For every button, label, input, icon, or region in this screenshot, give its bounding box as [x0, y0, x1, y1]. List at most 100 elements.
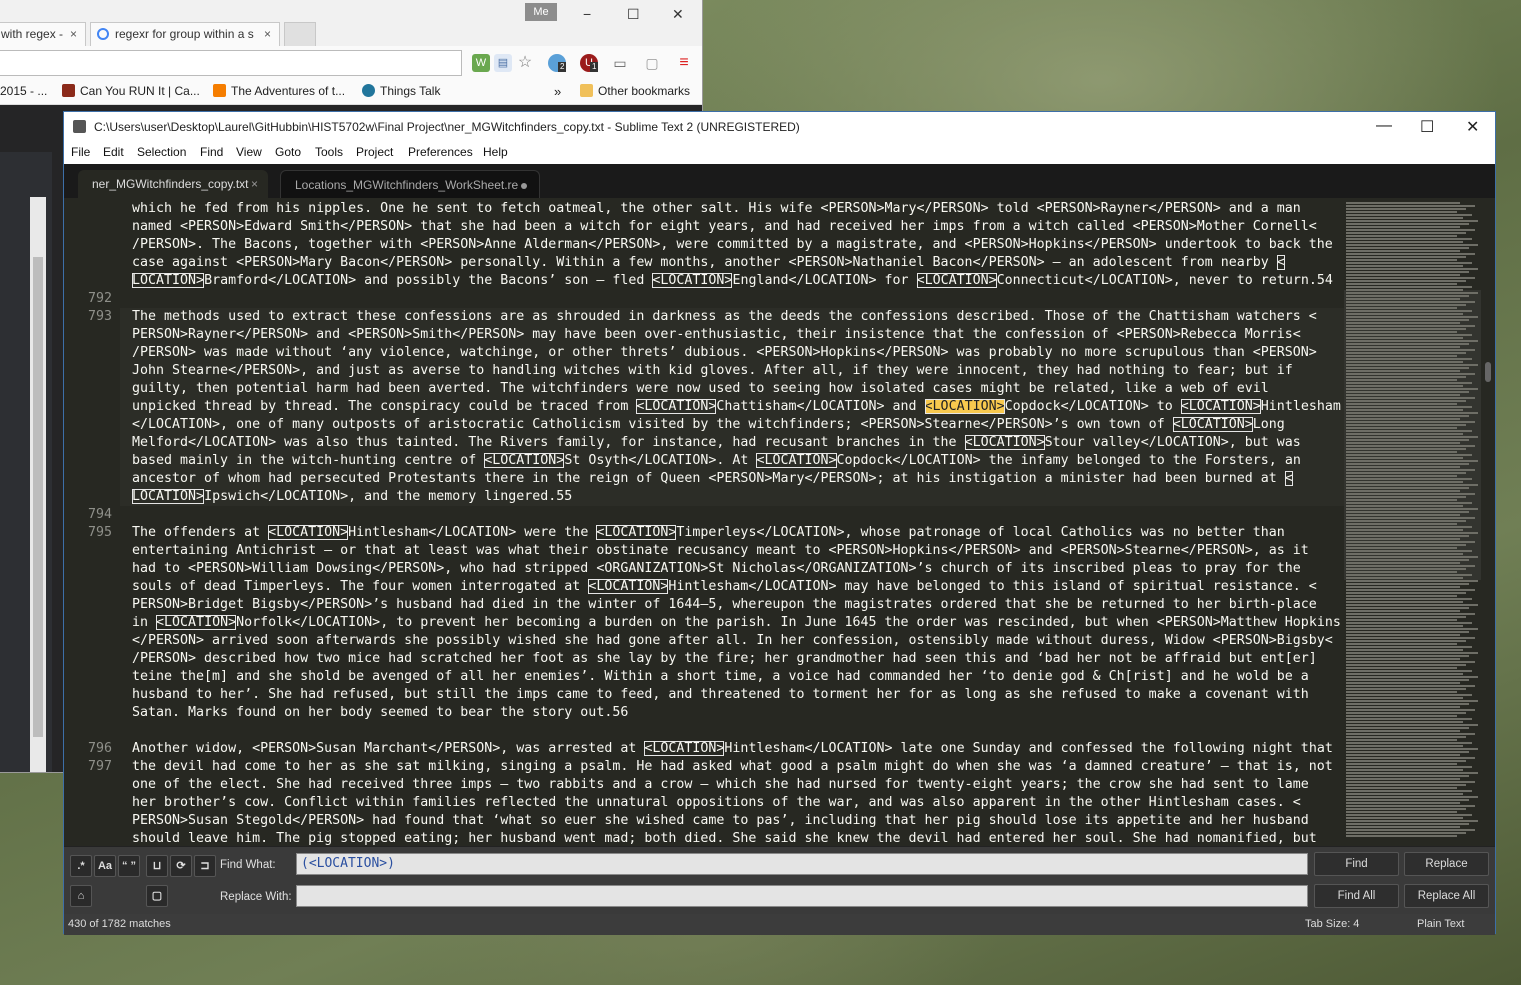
code-line[interactable]: PERSON>Bridget Bigsby</PERSON>’s husband…: [132, 596, 1344, 614]
code-line[interactable]: had to <PERSON>William Dowsing</PERSON>,…: [132, 560, 1344, 578]
chrome-tab-2[interactable]: regexr for group within a s ×: [90, 22, 280, 46]
bookmark-3[interactable]: The Adventures of t...: [213, 84, 345, 98]
other-bookmarks[interactable]: Other bookmarks: [580, 84, 690, 98]
code-line[interactable]: [132, 290, 1344, 308]
code-line[interactable]: should leave him. The pig stopped eating…: [132, 830, 1344, 846]
code-line[interactable]: Another widow, <PERSON>Susan Marchant</P…: [132, 740, 1344, 758]
code-line[interactable]: PERSON>Rayner</PERSON> and <PERSON>Smith…: [132, 326, 1344, 344]
code-line[interactable]: </PERSON> arrived soon afterwards she po…: [132, 632, 1344, 650]
replace-all-button[interactable]: Replace All: [1404, 884, 1489, 908]
sublime-close-button[interactable]: ✕: [1466, 117, 1479, 137]
find-all-button[interactable]: Find All: [1314, 884, 1399, 908]
code-line[interactable]: the devil had come to her as she sat mil…: [132, 758, 1344, 776]
chrome-maximize-button[interactable]: ☐: [627, 6, 640, 23]
whole-word-toggle[interactable]: “ ”: [118, 855, 140, 877]
menu-help[interactable]: Help: [483, 145, 508, 159]
menu-find[interactable]: Find: [200, 145, 223, 159]
menu-selection[interactable]: Selection: [137, 145, 186, 159]
ghostery-icon[interactable]: 2: [548, 54, 567, 72]
bookmark-4[interactable]: Things Talk: [362, 84, 440, 98]
code-line[interactable]: ancestor of whom had persecuted Protesta…: [132, 470, 1344, 488]
code-line[interactable]: Melford</LOCATION> was also thus tainted…: [132, 434, 1344, 452]
tab-size[interactable]: Tab Size: 4: [1305, 918, 1359, 930]
menu-edit[interactable]: Edit: [103, 145, 124, 159]
chat-icon[interactable]: ▢: [643, 54, 661, 72]
editor-pane[interactable]: 792 793 794 795 796 797 promised him an annua…: [64, 198, 1344, 846]
chrome-close-button[interactable]: ✕: [672, 6, 684, 23]
editor-scrollbar[interactable]: [1481, 198, 1495, 846]
tab-locations-worksheet[interactable]: Locations_MGWitchfinders_WorkSheet.re: [280, 170, 540, 198]
chrome-menu-icon[interactable]: ≡: [675, 54, 693, 72]
bookmark-1[interactable]: 2015 - ...: [0, 84, 47, 98]
highlight-matches-toggle[interactable]: ⊐: [194, 855, 216, 877]
omnibox[interactable]: [0, 50, 462, 76]
chrome-tab-2-close[interactable]: ×: [264, 23, 271, 45]
chrome-minimize-button[interactable]: −: [583, 6, 591, 22]
menu-view[interactable]: View: [236, 145, 262, 159]
code-line[interactable]: unpicked thread by thread. The conspirac…: [132, 398, 1344, 416]
code-line[interactable]: entertaining Antichrist – or that at lea…: [132, 542, 1344, 560]
find-what-input[interactable]: (<LOCATION>): [296, 853, 1308, 875]
menu-goto[interactable]: Goto: [275, 145, 301, 159]
code-line[interactable]: [132, 722, 1344, 740]
extension-w-icon[interactable]: W: [472, 54, 490, 72]
menu-preferences[interactable]: Preferences: [408, 145, 473, 159]
find-button[interactable]: Find: [1314, 852, 1399, 876]
profile-button[interactable]: Me: [525, 3, 557, 21]
replace-with-input[interactable]: [296, 885, 1308, 907]
code-line[interactable]: The offenders at <LOCATION>Hintlesham</L…: [132, 524, 1344, 542]
code-line[interactable]: PERSON>Susan Stegold</PERSON> had found …: [132, 812, 1344, 830]
code-line[interactable]: /PERSON>. The Bacons, together with <PER…: [132, 236, 1344, 254]
sublime-minimize-button[interactable]: —: [1376, 117, 1392, 135]
in-selection-replace-toggle[interactable]: ▢: [146, 885, 168, 907]
code-line[interactable]: John Stearne</PERSON>, and just as avers…: [132, 362, 1344, 380]
code-line[interactable]: husband to her’. She had refused, but st…: [132, 686, 1344, 704]
code-line[interactable]: in <LOCATION>Norfolk</LOCATION>, to prev…: [132, 614, 1344, 632]
code-line[interactable]: guilty, then potential harm had been ave…: [132, 380, 1344, 398]
code-line[interactable]: /PERSON> described how two mice had scra…: [132, 650, 1344, 668]
chrome-scrollbar-thumb[interactable]: [33, 257, 43, 737]
code-line[interactable]: LOCATION>Ipswich</LOCATION>, and the mem…: [132, 488, 1344, 506]
regex-toggle[interactable]: .*: [70, 855, 92, 877]
code-line[interactable]: [132, 506, 1344, 524]
code-line[interactable]: </LOCATION>, one of many outposts of ari…: [132, 416, 1344, 434]
code-line[interactable]: The methods used to extract these confes…: [132, 308, 1344, 326]
code-line[interactable]: souls of dead Timperleys. The four women…: [132, 578, 1344, 596]
chrome-tab-1[interactable]: with regex - ×: [0, 22, 86, 46]
code-line[interactable]: which he fed from his nipples. One he se…: [132, 200, 1344, 218]
code-line[interactable]: named <PERSON>Edward Smith</PERSON> that…: [132, 218, 1344, 236]
bookmark-star-icon[interactable]: ☆: [516, 54, 534, 72]
tab-ner-mgwitchfinders-copy[interactable]: ner_MGWitchfinders_copy.txt ×: [78, 170, 268, 198]
code-line[interactable]: /PERSON> was made without ‘any violence,…: [132, 344, 1344, 362]
tab-1-close-icon[interactable]: ×: [251, 170, 258, 198]
replace-button[interactable]: Replace: [1404, 852, 1489, 876]
wrap-toggle[interactable]: ⟳: [170, 855, 192, 877]
docs-icon[interactable]: ▤: [494, 54, 512, 72]
case-sensitive-toggle[interactable]: Aa: [94, 855, 116, 877]
editor-scrollbar-thumb[interactable]: [1485, 362, 1491, 382]
cast-icon[interactable]: ▭: [611, 54, 629, 72]
in-selection-toggle[interactable]: ⊔: [146, 855, 168, 877]
code-line[interactable]: Satan. Marks found on her body seemed to…: [132, 704, 1344, 722]
code-line[interactable]: one of the elect. She had received three…: [132, 776, 1344, 794]
minimap[interactable]: [1344, 198, 1481, 846]
bookmark-2[interactable]: Can You RUN It | Ca...: [62, 84, 200, 98]
preserve-case-toggle[interactable]: ⌂: [70, 885, 92, 907]
ublock-icon[interactable]: U 1: [580, 54, 599, 72]
bookmarks-overflow-icon[interactable]: »: [554, 84, 561, 99]
menu-tools[interactable]: Tools: [315, 145, 343, 159]
code-text[interactable]: promised him an annual income of 1 4d. M…: [132, 198, 1344, 846]
minimap-line: [1346, 298, 1460, 300]
code-line[interactable]: based mainly in the witch-hunting centre…: [132, 452, 1344, 470]
code-line[interactable]: case against <PERSON>Mary Bacon</PERSON>…: [132, 254, 1344, 272]
code-line[interactable]: LOCATION>Bramford</LOCATION> and possibl…: [132, 272, 1344, 290]
menu-project[interactable]: Project: [356, 145, 393, 159]
chrome-scrollbar[interactable]: [30, 197, 46, 772]
sublime-maximize-button[interactable]: ☐: [1420, 117, 1434, 137]
chrome-tab-1-close[interactable]: ×: [70, 23, 77, 45]
code-line[interactable]: teine the[m] and she shold be avenged of…: [132, 668, 1344, 686]
menu-file[interactable]: File: [71, 145, 90, 159]
syntax-mode[interactable]: Plain Text: [1417, 918, 1465, 930]
new-tab-button[interactable]: [284, 22, 316, 46]
code-line[interactable]: her brother’s cow. Conflict within famil…: [132, 794, 1344, 812]
